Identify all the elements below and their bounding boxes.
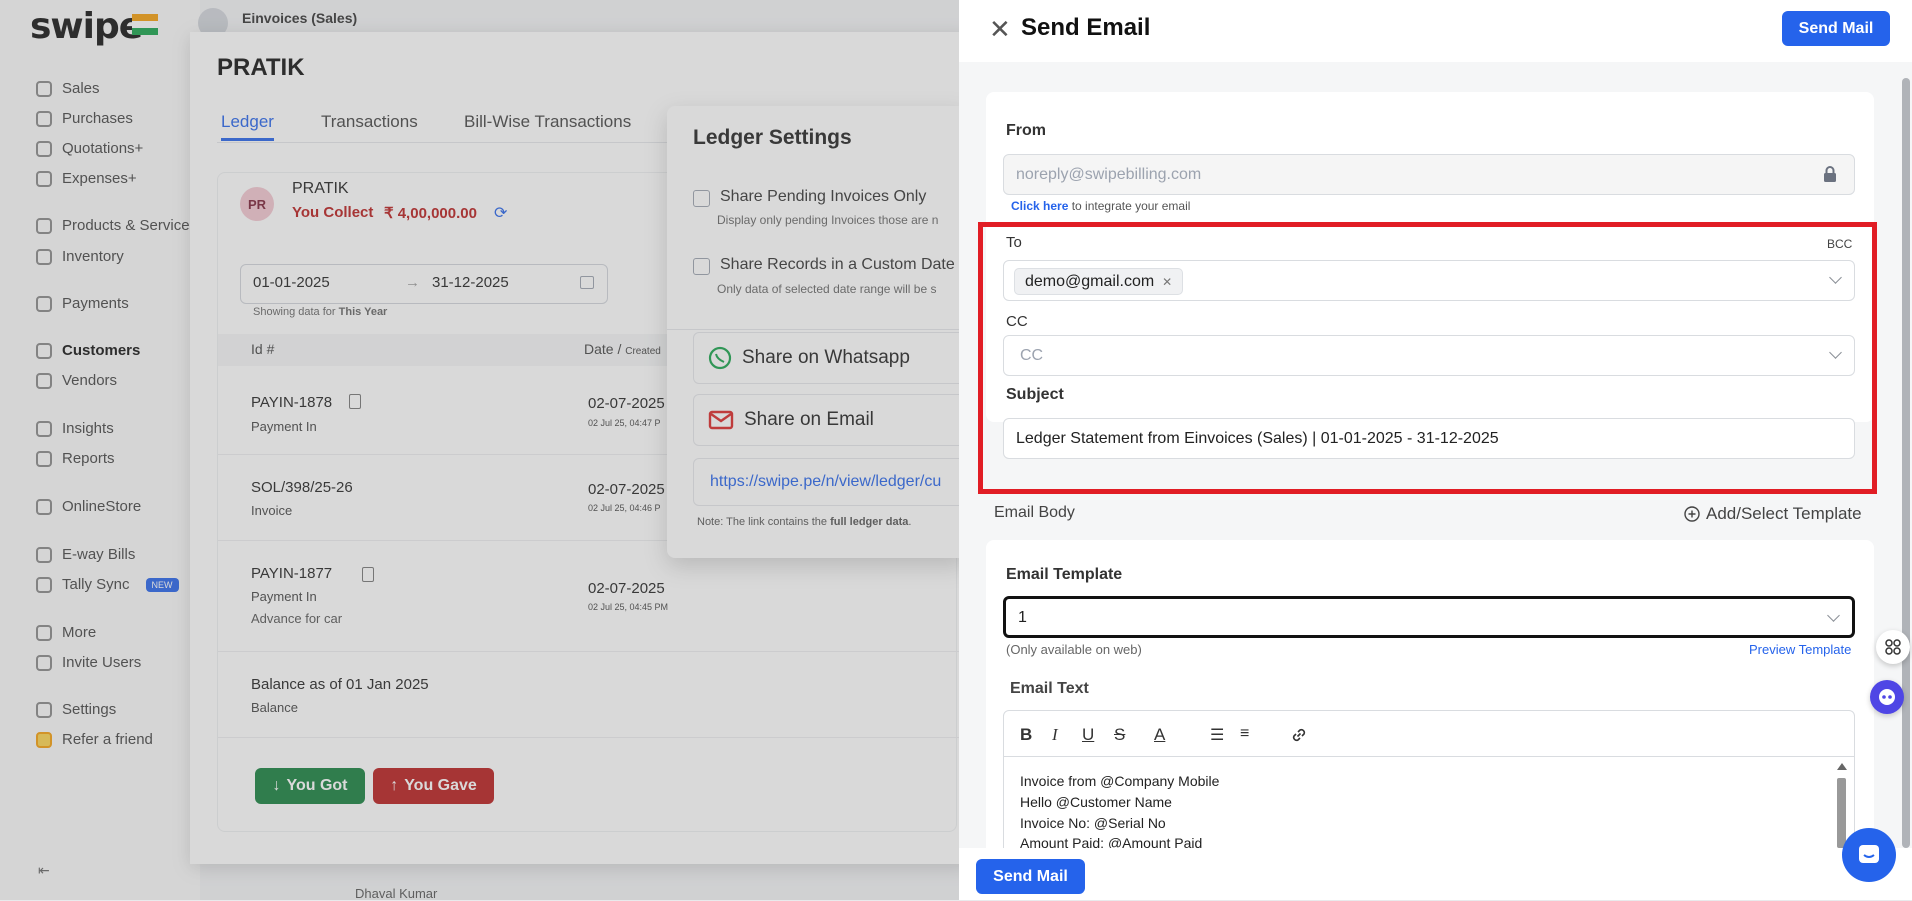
send-email-drawer: ✕ Send Email Send Mail From noreply@swip… xyxy=(959,0,1912,900)
subject-label: Subject xyxy=(1006,386,1064,403)
chevron-down-icon xyxy=(1829,346,1842,359)
send-mail-button-bottom[interactable]: Send Mail xyxy=(976,859,1085,894)
chevron-down-icon xyxy=(1829,271,1842,284)
chat-icon xyxy=(1859,845,1879,863)
integrate-text: to integrate your email xyxy=(1068,199,1191,213)
drawer-title: Send Email xyxy=(1021,14,1151,41)
to-label: To xyxy=(1006,234,1022,251)
modal-overlay[interactable] xyxy=(0,0,960,900)
recipient-email: demo@gmail.com xyxy=(1025,272,1155,290)
remove-tag-icon[interactable]: ✕ xyxy=(1162,275,1172,289)
to-field[interactable]: demo@gmail.com ✕ xyxy=(1003,260,1855,301)
drawer-scrollbar[interactable] xyxy=(1902,78,1910,848)
bold-icon[interactable]: B xyxy=(1020,725,1032,745)
preview-template-link[interactable]: Preview Template xyxy=(1749,642,1851,657)
drawer-body: From noreply@swipebilling.com Click here… xyxy=(959,62,1912,848)
ordered-list-icon[interactable]: ☰ xyxy=(1210,725,1224,745)
bullet-list-icon[interactable]: ≡ xyxy=(1240,725,1249,743)
underline-icon[interactable]: U xyxy=(1082,725,1094,745)
template-label: Email Template xyxy=(1006,566,1123,583)
lock-icon xyxy=(1824,166,1836,182)
body-line: Invoice No: @Serial No xyxy=(1020,815,1166,831)
drawer-footer: Send Mail xyxy=(959,848,1912,900)
italic-icon[interactable]: I xyxy=(1052,725,1058,745)
body-line: Invoice from @Company Mobile xyxy=(1020,773,1220,789)
click-here-link[interactable]: Click here xyxy=(1011,199,1068,213)
recipient-tag: demo@gmail.com ✕ xyxy=(1014,268,1184,295)
add-template-label: Add/Select Template xyxy=(1706,504,1862,523)
body-line: Amount Paid: @Amount Paid xyxy=(1020,835,1203,848)
cc-placeholder: CC xyxy=(1020,347,1044,364)
only-web-note: (Only available on web) xyxy=(1006,642,1142,657)
apps-icon[interactable] xyxy=(1876,630,1910,664)
subject-value: Ledger Statement from Einvoices (Sales) … xyxy=(1016,430,1499,447)
template-select[interactable]: 1 xyxy=(1003,596,1855,638)
from-field: noreply@swipebilling.com xyxy=(1003,154,1855,195)
email-text-label: Email Text xyxy=(1010,680,1089,697)
email-body-label: Email Body xyxy=(994,504,1075,521)
bcc-toggle[interactable]: BCC xyxy=(1827,237,1852,251)
integrate-email: Click here to integrate your email xyxy=(1011,199,1190,213)
from-label: From xyxy=(1006,122,1046,139)
from-value: noreply@swipebilling.com xyxy=(1016,166,1202,183)
close-icon[interactable]: ✕ xyxy=(989,14,1011,44)
cc-field[interactable]: CC xyxy=(1003,335,1855,376)
toolbar-divider xyxy=(1004,756,1854,757)
plus-circle-icon xyxy=(1684,506,1700,522)
cc-label: CC xyxy=(1006,313,1028,330)
send-mail-button-top[interactable]: Send Mail xyxy=(1782,11,1890,46)
chevron-down-icon xyxy=(1827,609,1840,622)
link-icon[interactable] xyxy=(1290,726,1308,744)
chat-support-button[interactable] xyxy=(1842,828,1896,882)
template-value: 1 xyxy=(1018,609,1027,626)
text-color-icon[interactable]: A xyxy=(1154,725,1165,745)
body-line: Hello @Customer Name xyxy=(1020,794,1172,810)
strikethrough-icon[interactable]: S xyxy=(1114,725,1125,745)
editor-scrollbar[interactable] xyxy=(1837,763,1847,848)
email-text-editor[interactable]: B I U S A ☰ ≡ Invoice from @Company Mobi… xyxy=(1003,710,1855,848)
drawer-header: ✕ Send Email Send Mail xyxy=(959,0,1912,62)
assistant-icon[interactable] xyxy=(1870,680,1904,714)
subject-input[interactable]: Ledger Statement from Einvoices (Sales) … xyxy=(1003,418,1855,459)
add-template-button[interactable]: Add/Select Template xyxy=(1684,504,1862,524)
